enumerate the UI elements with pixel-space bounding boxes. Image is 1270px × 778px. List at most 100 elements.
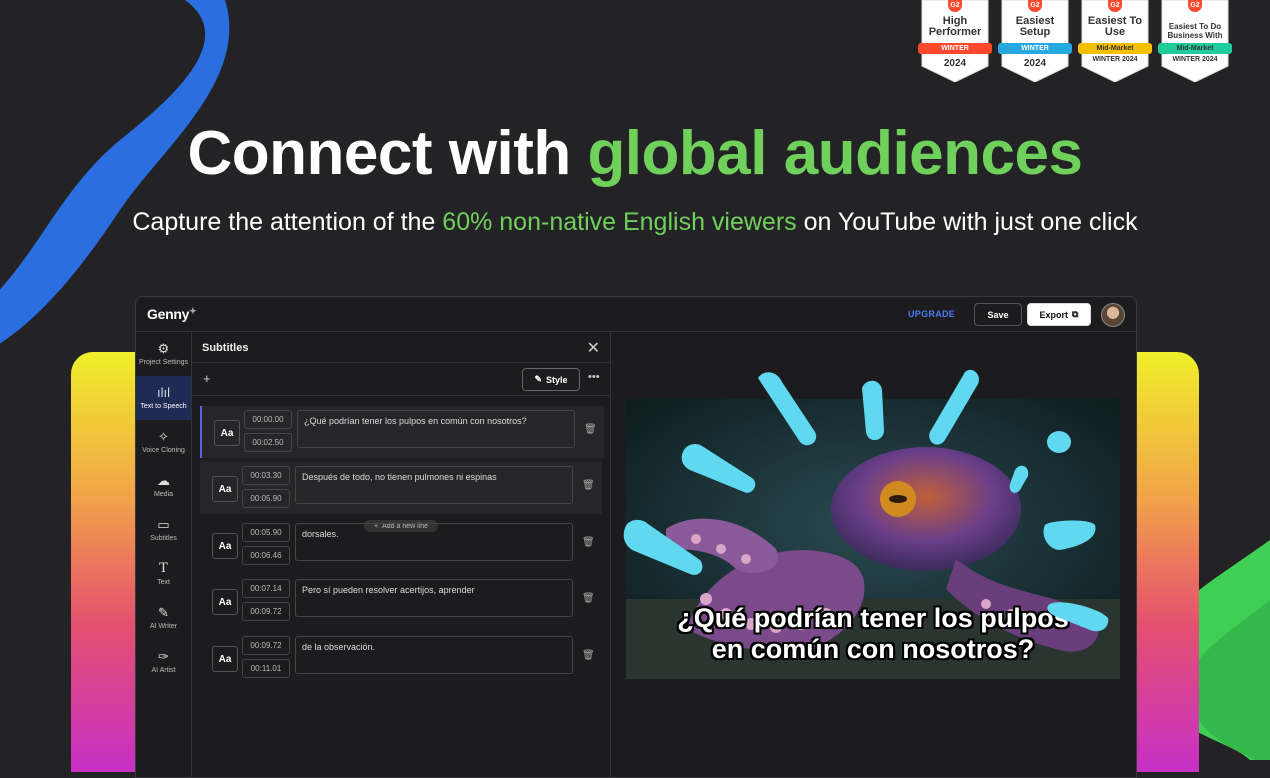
badge-year: 2024 — [943, 58, 967, 69]
hero-sub-accent: 60% non-native English viewers — [442, 208, 797, 236]
text-style-button[interactable]: Aa — [212, 476, 238, 502]
sidebar: ⚙ Project Settings ılıl Text to Speech ✧ Vo… — [136, 332, 192, 777]
hero-sub-after: on YouTube with just one click — [796, 208, 1138, 236]
sidebar-item-label: Text to Speech — [140, 402, 187, 410]
badge-easiest-to-use: G2 Easiest To Use Mid-Market WINTER 2024 — [1078, 0, 1152, 82]
genny-logo[interactable]: Genny✦ — [147, 306, 197, 322]
badge-title: Easiest To Do Business With — [1167, 22, 1223, 40]
subtitles-icon: ▭ — [157, 516, 170, 532]
sidebar-item-label: AI Writer — [149, 622, 178, 630]
close-icon[interactable]: ✕ — [587, 338, 600, 358]
sparkle-icon: ✦ — [189, 306, 197, 316]
badge-title: High Performer — [928, 15, 982, 38]
badge-year: WINTER 2024 — [1172, 56, 1218, 63]
badge-high-performer: G2 High Performer WINTER 2024 — [918, 0, 992, 82]
subtitle-text-input[interactable]: Pero sí pueden resolver acertijos, apren… — [295, 579, 573, 617]
trash-icon[interactable]: 🗑 — [584, 424, 597, 435]
sidebar-item-media[interactable]: ☁ Media — [136, 464, 191, 508]
end-time-input[interactable]: 00:06.46 — [242, 546, 290, 565]
badge-ribbon: Mid-Market — [1078, 43, 1152, 54]
sidebar-item-subtitles[interactable]: ▭ Subtitles — [136, 508, 191, 552]
end-time-input[interactable]: 00:02.50 — [244, 433, 292, 452]
export-button[interactable]: Export ⧉ — [1027, 303, 1091, 326]
text-style-button[interactable]: Aa — [212, 589, 238, 615]
sidebar-item-ai-artist[interactable]: ✑ AI Artist — [136, 640, 191, 684]
brush-icon: ✎ — [534, 374, 543, 384]
start-time-input[interactable]: 00:05.90 — [242, 523, 290, 542]
text-style-button[interactable]: Aa — [214, 420, 240, 446]
subtitle-text-input[interactable]: de la observación. — [295, 636, 573, 674]
text-style-button[interactable]: Aa — [212, 646, 238, 672]
gear-icon: ⚙ — [157, 340, 170, 356]
caption-line-2: en común con nosotros? — [711, 634, 1035, 664]
sidebar-item-label: Subtitles — [150, 534, 177, 542]
badge-title: Easiest To Use — [1087, 15, 1143, 38]
start-time-input[interactable]: 00:03.30 — [242, 466, 290, 485]
badge-easiest-business: G2 Easiest To Do Business With Mid-Marke… — [1158, 0, 1232, 82]
text-icon: T — [159, 560, 168, 576]
award-badges: G2 High Performer WINTER 2024 G2 Easiest… — [918, 0, 1232, 82]
brush-icon: ✑ — [158, 648, 169, 664]
text-style-button[interactable]: Aa — [212, 533, 238, 559]
trash-icon[interactable]: 🗑 — [582, 537, 595, 548]
sidebar-item-label: Text — [157, 578, 170, 586]
app-window: Genny✦ UPGRADE Save Export ⧉ ⚙ Project Set… — [135, 296, 1137, 778]
panel-title: Subtitles — [202, 342, 249, 354]
hero-title-plain: Connect with — [187, 119, 588, 188]
badge-ribbon: WINTER — [918, 43, 992, 54]
badge-ribbon: Mid-Market — [1158, 43, 1232, 54]
video-caption: ¿Qué podrían tener los pulpos en común c… — [626, 603, 1120, 665]
cloud-upload-icon: ☁ — [157, 472, 170, 488]
top-bar: Genny✦ UPGRADE Save Export ⧉ — [136, 297, 1136, 332]
sidebar-item-label: Project Settings — [138, 358, 189, 366]
video-preview[interactable]: ¿Qué podrían tener los pulpos en común c… — [626, 399, 1120, 679]
hero-title-accent: global audiences — [587, 119, 1083, 188]
end-time-input[interactable]: 00:09.72 — [242, 602, 290, 621]
save-button[interactable]: Save — [974, 303, 1022, 326]
sidebar-item-project-settings[interactable]: ⚙ Project Settings — [136, 332, 191, 376]
subtitle-text-input[interactable]: Después de todo, no tienen pulmones ni e… — [295, 466, 573, 504]
hero-sub-before: Capture the attention of the — [132, 208, 443, 236]
table-row[interactable]: Aa 00:00.00 00:02.50 ¿Qué podrían tener … — [200, 406, 604, 458]
start-time-input[interactable]: 00:07.14 — [242, 579, 290, 598]
badge-title: Easiest Setup — [1015, 15, 1055, 38]
table-row[interactable]: Aa 00:05.90 00:06.46 dorsales. 🗑 — [200, 519, 602, 571]
end-time-input[interactable]: 00:05.90 — [242, 489, 290, 508]
table-row[interactable]: Aa 00:09.72 00:11.01 de la observación. … — [200, 632, 602, 684]
hero-title: Connect with global audiences — [0, 118, 1270, 189]
sidebar-item-ai-writer[interactable]: ✎ AI Writer — [136, 596, 191, 640]
sidebar-item-label: Media — [153, 490, 174, 498]
sidebar-item-text[interactable]: T Text — [136, 552, 191, 596]
subtitle-text-input[interactable]: dorsales. — [295, 523, 573, 561]
table-row[interactable]: Aa 00:03.30 00:05.90 Después de todo, no… — [200, 462, 602, 514]
badge-year: 2024 — [1023, 58, 1047, 69]
subtitle-text-input[interactable]: ¿Qué podrían tener los pulpos en común c… — [297, 410, 575, 448]
style-button[interactable]: ✎ Style — [522, 368, 580, 391]
waveform-icon: ılıl — [157, 384, 170, 400]
sidebar-item-label: Voice Cloning — [142, 446, 185, 454]
end-time-input[interactable]: 00:11.01 — [242, 659, 290, 678]
sidebar-item-voice-cloning[interactable]: ✧ Voice Cloning — [136, 420, 191, 464]
badge-ribbon: WINTER — [998, 43, 1072, 54]
upgrade-link[interactable]: UPGRADE — [908, 309, 955, 319]
start-time-input[interactable]: 00:00.00 — [244, 410, 292, 429]
avatar[interactable] — [1101, 303, 1125, 327]
more-options-icon[interactable]: ••• — [588, 371, 600, 383]
start-time-input[interactable]: 00:09.72 — [242, 636, 290, 655]
panel-header: Subtitles ✕ — [192, 332, 610, 363]
table-row[interactable]: Aa 00:07.14 00:09.72 Pero sí pueden reso… — [200, 575, 602, 627]
sidebar-item-label: AI Artist — [151, 666, 176, 674]
caption-line-1: ¿Qué podrían tener los pulpos — [677, 603, 1069, 633]
subtitles-panel: Subtitles ✕ + ✎ Style ••• Aa 00:00.00 00:… — [192, 332, 611, 777]
sidebar-item-text-to-speech[interactable]: ılıl Text to Speech — [136, 376, 191, 420]
trash-icon[interactable]: 🗑 — [582, 593, 595, 604]
add-icon[interactable]: + — [203, 371, 211, 386]
voice-cloning-icon: ✧ — [158, 428, 169, 444]
badge-year: WINTER 2024 — [1092, 56, 1138, 63]
external-link-icon: ⧉ — [1072, 309, 1079, 319]
hero-subtitle: Capture the attention of the 60% non-nat… — [0, 208, 1270, 237]
panel-toolbar: + ✎ Style ••• — [192, 363, 610, 396]
trash-icon[interactable]: 🗑 — [582, 480, 595, 491]
badge-easiest-setup: G2 Easiest Setup WINTER 2024 — [998, 0, 1072, 82]
trash-icon[interactable]: 🗑 — [582, 650, 595, 661]
